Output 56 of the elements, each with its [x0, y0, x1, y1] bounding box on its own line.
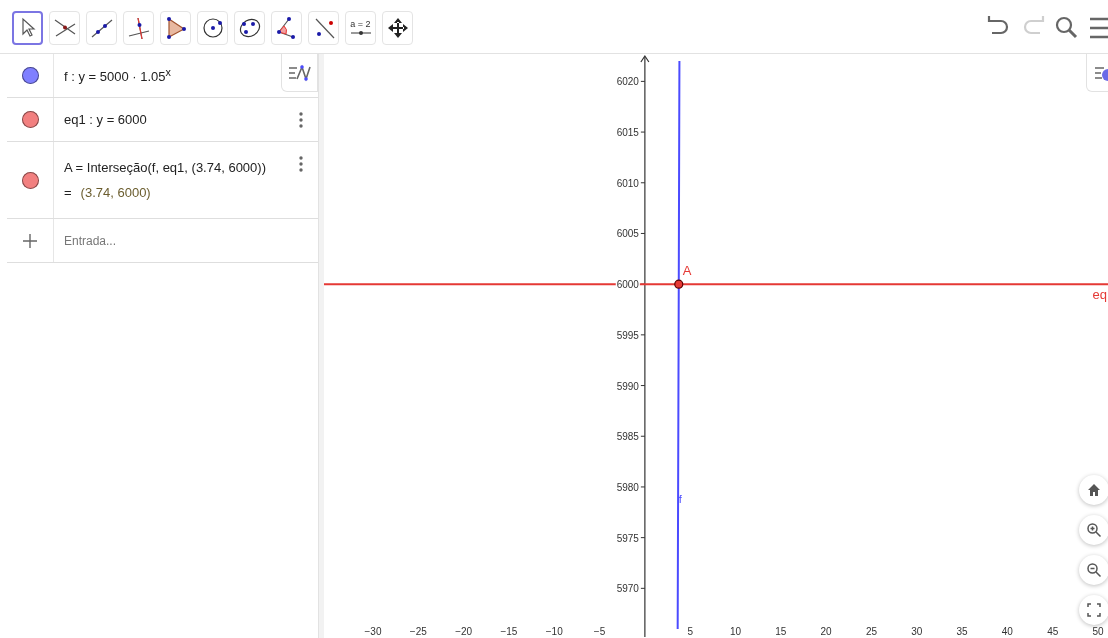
home-button[interactable]: [1079, 475, 1108, 505]
object-label: A: [682, 263, 692, 279]
visibility-dot[interactable]: [21, 171, 39, 189]
tick-label: 35: [956, 626, 968, 637]
search-icon-button[interactable]: [1054, 14, 1080, 39]
algebra-style-icon: [287, 63, 312, 82]
visibility-dot[interactable]: [21, 67, 39, 84]
tick-label: 30: [911, 626, 923, 637]
tick-label: 6020: [616, 76, 639, 88]
tick-label: −10: [545, 626, 563, 637]
object-label: eq: [1092, 287, 1107, 303]
equals-sign: =: [64, 185, 72, 200]
more-options-icon[interactable]: [299, 156, 303, 172]
expression-text[interactable]: f : y = 5000 · 1.05$^{x}$: [64, 66, 284, 85]
tick-label: 5995: [616, 329, 639, 341]
tick-label: 5975: [616, 532, 639, 544]
home-icon: [1087, 483, 1101, 497]
zoom-in-button[interactable]: [1079, 515, 1108, 545]
expression-text[interactable]: eq1 : y = 6000: [64, 112, 284, 127]
tick-label: −15: [500, 626, 518, 637]
tick-label: 15: [775, 626, 787, 637]
tick-label: 5970: [616, 583, 639, 595]
point-marker: [674, 279, 684, 289]
expression-text[interactable]: A = Interseção(f, eq1, (3.74, 6000)): [64, 160, 284, 175]
zoom-out-icon: [1086, 562, 1102, 578]
tick-label: −5: [593, 626, 606, 637]
tool-button[interactable]: a = 2: [345, 10, 376, 45]
plus-icon: [23, 233, 37, 248]
tick-label: −20: [455, 626, 473, 637]
tick-label: 50: [1092, 626, 1104, 637]
perpendicular-line-icon: [126, 15, 151, 40]
tick-label: 5990: [616, 380, 639, 392]
tick-label: 25: [865, 626, 877, 637]
tick-label: 5980: [616, 481, 639, 493]
tick-label: 10: [729, 626, 742, 637]
tick-label: 20: [820, 626, 832, 637]
zoom-out-button[interactable]: [1079, 555, 1108, 585]
object-label: f: [678, 492, 682, 505]
visibility-dot[interactable]: [21, 111, 39, 128]
tick-label: 6015: [616, 127, 639, 139]
fullscreen-icon: [1087, 603, 1101, 617]
more-options-icon[interactable]: [299, 111, 303, 128]
fullscreen-button[interactable]: [1079, 595, 1108, 625]
tick-label: 6010: [616, 177, 639, 189]
tick-label: 5985: [616, 431, 639, 443]
tick-label: 45: [1047, 626, 1059, 637]
style-bar-toggle[interactable]: [281, 54, 318, 92]
circle-icon: [200, 15, 225, 40]
tick-label: 5: [687, 626, 693, 637]
slider-icon: [348, 28, 373, 37]
tick-label: −25: [409, 626, 427, 637]
output-value: (3.74, 6000): [80, 185, 151, 200]
tick-label: 40: [1001, 626, 1013, 637]
tick-label: 6005: [616, 228, 639, 240]
zoom-in-icon: [1086, 522, 1102, 538]
tick-label: −30: [364, 626, 382, 637]
